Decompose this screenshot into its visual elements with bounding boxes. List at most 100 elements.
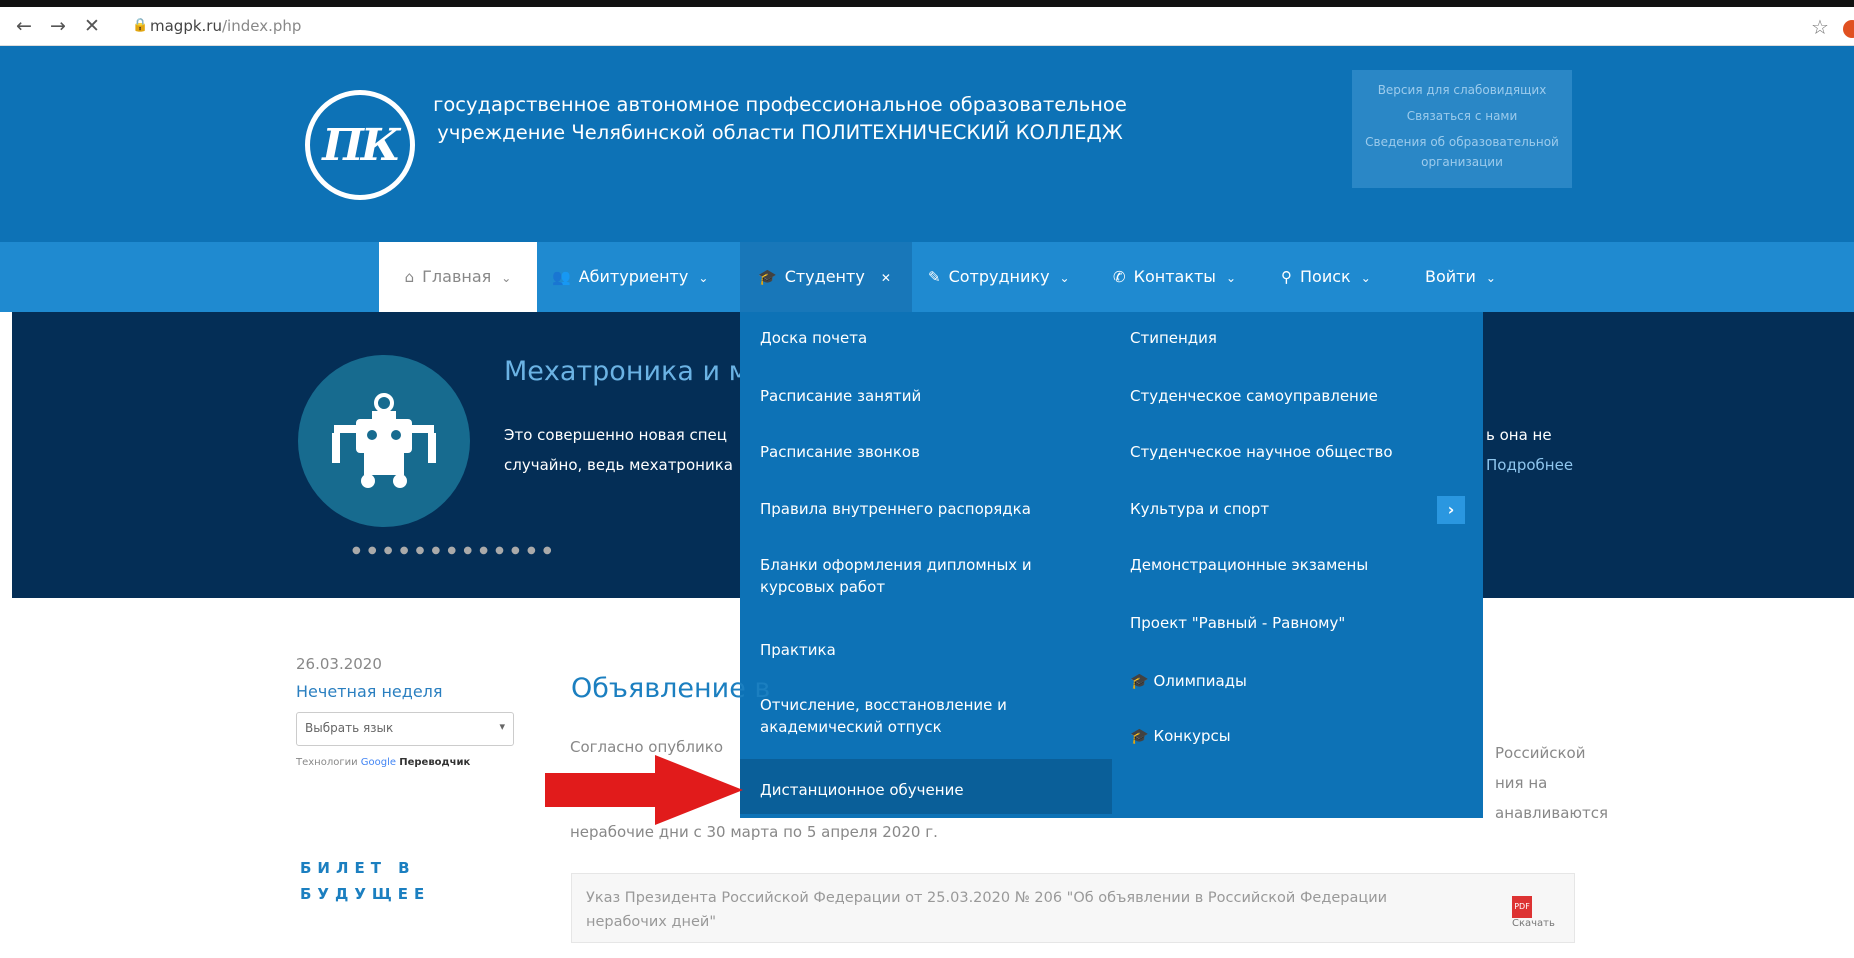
profile-avatar[interactable] bbox=[1843, 20, 1854, 38]
chevron-down-icon: ⌄ bbox=[1485, 271, 1496, 285]
graduation-cap-icon: 🎓 bbox=[1130, 672, 1154, 690]
dd-item-label: Олимпиады bbox=[1153, 672, 1247, 690]
chevron-down-icon: ⌄ bbox=[1360, 271, 1371, 285]
site-header: ПК государственное автономное профессион… bbox=[0, 46, 1854, 242]
back-icon[interactable]: ← bbox=[16, 15, 32, 37]
week-type: Нечетная неделя bbox=[296, 682, 443, 701]
phone-icon: ✆ bbox=[1113, 268, 1126, 286]
menu-item-contacts[interactable]: ✆ Контакты ⌄ bbox=[1113, 242, 1236, 312]
menu-label: Главная bbox=[422, 267, 492, 286]
home-icon: ⌂ bbox=[404, 268, 415, 286]
org-name-line2: учреждение Челябинской области ПОЛИТЕХНИ… bbox=[437, 121, 1123, 144]
dd-item-student-government[interactable]: Студенческое самоуправление bbox=[1130, 385, 1378, 407]
link-contact-us[interactable]: Связаться с нами bbox=[1352, 106, 1572, 126]
red-arrow-icon bbox=[545, 755, 743, 825]
users-icon: 👥 bbox=[552, 268, 571, 286]
current-date: 26.03.2020 bbox=[296, 655, 382, 673]
menu-label: Студенту bbox=[784, 267, 865, 286]
dd-item-culture-sport[interactable]: Культура и спорт bbox=[1130, 498, 1269, 520]
language-select-value: Выбрать язык bbox=[305, 721, 394, 735]
dd-item-scholarship[interactable]: Стипендия bbox=[1130, 327, 1217, 349]
org-name-line1: государственное автономное профессиональ… bbox=[433, 93, 1127, 116]
main-menu: ⌂ Главная ⌄ 👥 Абитуриенту ⌄ 🎓 Студенту ✕ ✎ Сотр… bbox=[0, 242, 1854, 312]
org-name: государственное автономное профессиональ… bbox=[420, 91, 1140, 147]
slide-more-link[interactable]: Подробнее bbox=[1486, 456, 1573, 474]
language-select[interactable]: Выбрать язык ▾ bbox=[296, 712, 514, 746]
dd-item-practice[interactable]: Практика bbox=[760, 639, 836, 661]
bilet-line1: БИЛЕТ В bbox=[300, 859, 416, 877]
dd-item-olympiads[interactable]: 🎓 Олимпиады bbox=[1130, 670, 1247, 692]
body-right-line: ния на bbox=[1495, 774, 1548, 792]
dd-item-distance-learning[interactable]: Дистанционное обучение bbox=[760, 779, 964, 801]
menu-label: Сотруднику bbox=[948, 267, 1050, 286]
bilet-line2: БУДУЩЕЕ bbox=[300, 885, 431, 903]
bilet-v-budushchee-logo[interactable]: БИЛЕТ В БУДУЩЕЕ bbox=[300, 855, 430, 907]
download-label: Скачать bbox=[1512, 918, 1555, 929]
menu-item-student[interactable]: 🎓 Студенту ✕ bbox=[740, 242, 912, 312]
chevron-down-icon: ⌄ bbox=[1059, 271, 1070, 285]
address-bar[interactable]: magpk.ru/index.php bbox=[150, 17, 301, 35]
menu-item-staff[interactable]: ✎ Сотруднику ⌄ bbox=[928, 242, 1070, 312]
slider-dots[interactable]: ● ● ● ● ● ● ● ● ● ● ● ● ● bbox=[352, 545, 554, 556]
close-icon: ✕ bbox=[880, 271, 891, 285]
window-top-strip bbox=[0, 0, 1854, 7]
chevron-down-icon: ⌄ bbox=[698, 271, 709, 285]
slide-text-right: ь она не Подробнее bbox=[1486, 420, 1573, 480]
dd-item-student-science[interactable]: Студенческое научное общество bbox=[1130, 441, 1393, 463]
menu-label: Войти bbox=[1425, 267, 1476, 286]
pencil-icon: ✎ bbox=[928, 268, 941, 286]
announcement-body: Согласно опублико bbox=[570, 738, 723, 756]
lock-icon: 🔒 bbox=[132, 18, 149, 33]
body-right-line: Российской bbox=[1495, 744, 1586, 762]
menu-item-home[interactable]: ⌂ Главная ⌄ bbox=[379, 242, 537, 312]
forward-icon[interactable]: → bbox=[50, 15, 66, 37]
url-path: /index.php bbox=[221, 17, 302, 35]
dd-item-class-schedule[interactable]: Расписание занятий bbox=[760, 385, 921, 407]
link-visually-impaired[interactable]: Версия для слабовидящих bbox=[1352, 80, 1572, 100]
graduation-cap-icon: 🎓 bbox=[758, 268, 777, 286]
download-button[interactable]: PDFСкачать bbox=[1512, 896, 1574, 929]
dd-item-internal-rules[interactable]: Правила внутреннего распорядка bbox=[760, 498, 1031, 520]
menu-label: Контакты bbox=[1133, 267, 1216, 286]
slide-text-right-line: ь она не bbox=[1486, 426, 1552, 444]
document-attachment: Указ Президента Российской Федерации от … bbox=[571, 873, 1575, 943]
announcement-body-end: нерабочие дни с 30 марта по 5 апреля 202… bbox=[570, 823, 938, 841]
menu-item-login[interactable]: Войти ⌄ bbox=[1425, 242, 1496, 312]
link-org-info[interactable]: Сведения об образовательной организации bbox=[1352, 132, 1572, 172]
chevron-right-icon[interactable]: › bbox=[1437, 496, 1465, 524]
logo-text: ПК bbox=[322, 119, 401, 171]
info-links-box: Версия для слабовидящих Связаться с нами… bbox=[1352, 70, 1572, 188]
robot-icon bbox=[298, 355, 470, 527]
dd-item-thesis-forms[interactable]: Бланки оформления дипломных и курсовых р… bbox=[760, 554, 1080, 598]
menu-label: Абитуриенту bbox=[578, 267, 689, 286]
google-translate-credit: Технологии Google Переводчик bbox=[296, 757, 470, 768]
bookmark-star-icon[interactable]: ☆ bbox=[1811, 15, 1829, 39]
announcement-title[interactable]: Объявление в bbox=[571, 673, 770, 704]
document-title: Указ Президента Российской Федерации от … bbox=[586, 890, 1388, 930]
google-word: Google bbox=[360, 757, 397, 768]
url-host: magpk.ru bbox=[150, 17, 222, 35]
browser-toolbar: ← → ✕ 🔒 magpk.ru/index.php ☆ bbox=[0, 7, 1854, 46]
slide-text: Это совершенно новая спец случайно, ведь… bbox=[504, 426, 733, 474]
stop-icon[interactable]: ✕ bbox=[84, 15, 100, 37]
college-logo[interactable]: ПК bbox=[305, 90, 415, 200]
graduation-cap-icon: 🎓 bbox=[1130, 727, 1154, 745]
dd-item-expulsion-leave[interactable]: Отчисление, восстановление и академическ… bbox=[760, 694, 1080, 738]
menu-item-applicant[interactable]: 👥 Абитуриенту ⌄ bbox=[552, 242, 708, 312]
dd-item-peer-project[interactable]: Проект "Равный - Равному" bbox=[1130, 612, 1345, 634]
dd-item-contests[interactable]: 🎓 Конкурсы bbox=[1130, 725, 1231, 747]
announcement-body-right: Российской ния на анавливаются bbox=[1495, 738, 1608, 828]
menu-label: Поиск bbox=[1300, 267, 1351, 286]
search-icon: ⚲ bbox=[1281, 268, 1292, 286]
google-prefix: Технологии bbox=[296, 757, 358, 768]
dd-item-label: Конкурсы bbox=[1153, 727, 1231, 745]
chevron-down-icon: ⌄ bbox=[501, 271, 512, 285]
google-suffix: Переводчик bbox=[399, 757, 471, 768]
pdf-icon: PDF bbox=[1512, 896, 1532, 918]
dd-item-honor-board[interactable]: Доска почета bbox=[760, 327, 867, 349]
dd-item-demo-exams[interactable]: Демонстрационные экзамены bbox=[1130, 554, 1368, 576]
chevron-down-icon: ⌄ bbox=[1225, 271, 1236, 285]
dd-item-bell-schedule[interactable]: Расписание звонков bbox=[760, 441, 920, 463]
menu-item-search[interactable]: ⚲ Поиск ⌄ bbox=[1281, 242, 1371, 312]
caret-down-icon: ▾ bbox=[499, 720, 505, 733]
